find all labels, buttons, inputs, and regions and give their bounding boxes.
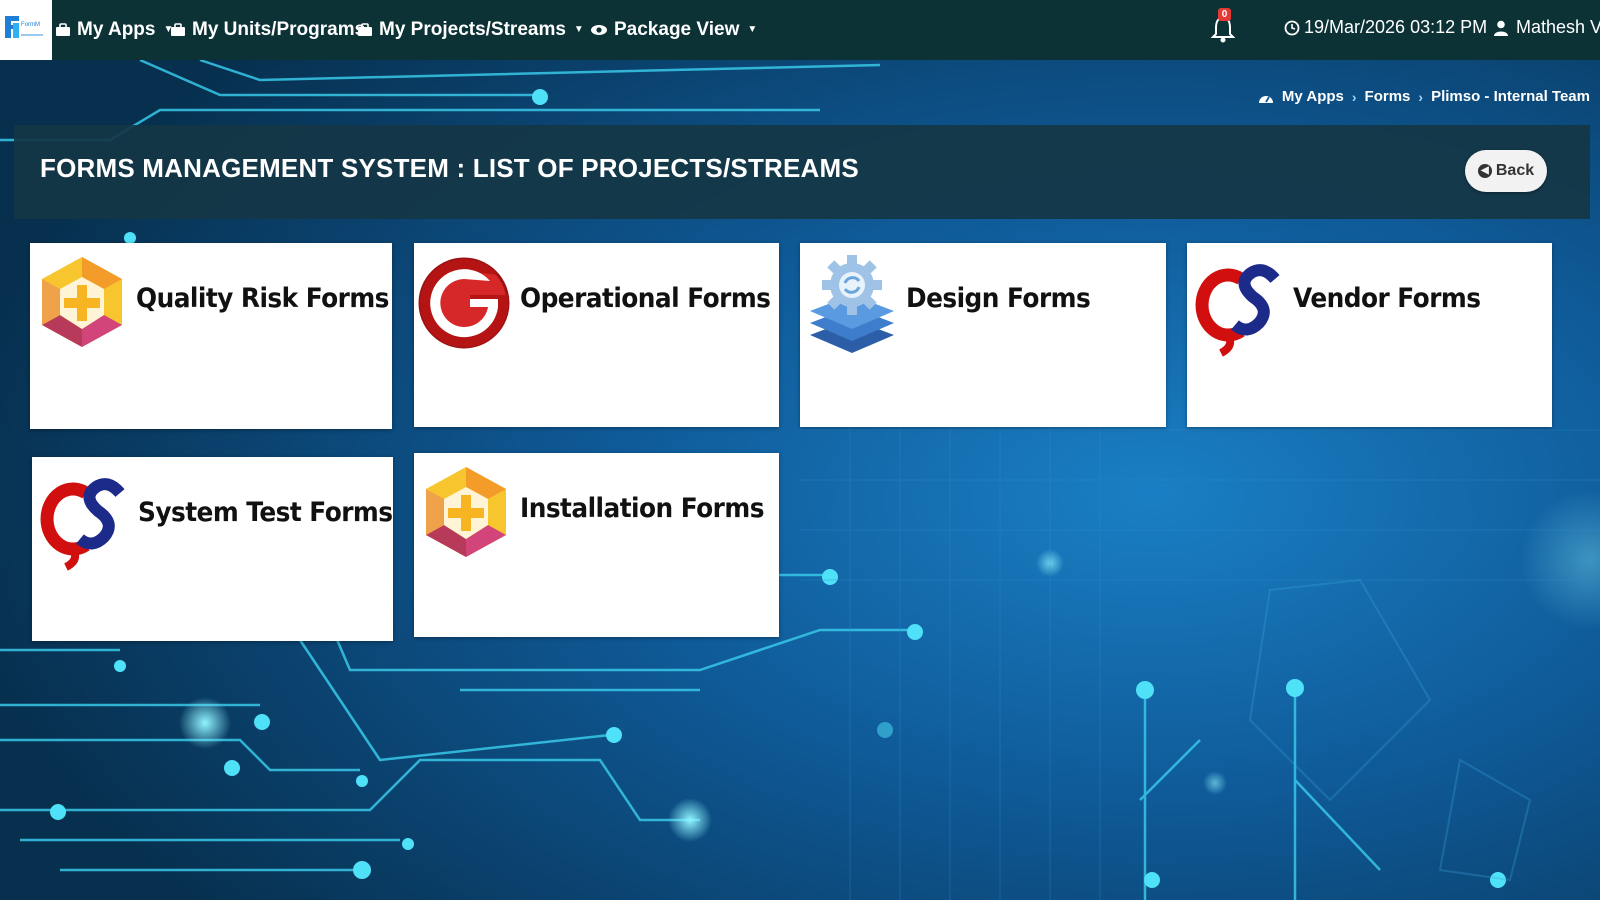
nav-my-units-programs-label: My Units/Programs <box>192 19 366 40</box>
chevron-right-icon: › <box>1418 88 1424 105</box>
cs-logo-icon <box>40 478 125 571</box>
formm-logo-icon: FormM <box>5 16 43 38</box>
red-g-logo-icon <box>418 257 510 349</box>
breadcrumb-forms[interactable]: Forms <box>1365 88 1411 105</box>
briefcase-icon <box>171 23 185 36</box>
dashboard-icon <box>1258 95 1273 103</box>
user-name: Mathesh V <box>1516 17 1600 37</box>
card-label: System Test Forms <box>138 497 393 528</box>
briefcase-icon <box>56 23 70 36</box>
user-menu[interactable]: Mathesh V <box>1494 17 1600 38</box>
card-label: Vendor Forms <box>1293 283 1481 314</box>
back-button-label: Back <box>1495 162 1535 179</box>
card-vendor-forms[interactable]: Vendor Forms <box>1187 243 1552 427</box>
card-label: Design Forms <box>906 283 1091 314</box>
breadcrumb-my-apps[interactable]: My Apps <box>1282 88 1344 105</box>
cs-logo-icon <box>1195 264 1280 357</box>
chevron-right-icon: › <box>1351 88 1357 105</box>
app-logo[interactable]: FormM <box>0 0 52 60</box>
notification-count-badge: 0 <box>1218 8 1231 21</box>
briefcase-icon <box>358 23 372 36</box>
gear-layers-icon <box>810 255 894 353</box>
breadcrumb-current: Plimso - Internal Team <box>1431 88 1590 105</box>
card-installation-forms[interactable]: Installation Forms <box>414 453 779 637</box>
user-icon <box>1494 20 1508 36</box>
back-button[interactable]: ◀ Back <box>1465 150 1547 192</box>
clock-icon <box>1284 20 1300 35</box>
hexagon-plus-icon <box>42 257 122 347</box>
page-header-panel: FORMS MANAGEMENT SYSTEM : LIST OF PROJEC… <box>14 125 1590 219</box>
nav-package-view-label: Package View <box>614 19 740 40</box>
datetime-display: 19/Mar/2026 03:12 PM <box>1284 17 1487 38</box>
card-design-forms[interactable]: Design Forms <box>800 243 1166 427</box>
hexagon-plus-icon <box>426 467 506 557</box>
arrow-left-circle-icon: ◀ <box>1477 164 1492 178</box>
card-operational-forms[interactable]: Operational Forms <box>414 243 779 427</box>
svg-text:FormM: FormM <box>21 22 40 28</box>
chevron-down-icon: ▼ <box>573 24 584 35</box>
breadcrumb: My Apps › Forms › Plimso - Internal Team <box>1258 88 1590 105</box>
nav-my-apps[interactable]: My Apps ▼ <box>55 17 173 43</box>
nav-my-units-programs[interactable]: My Units/Programs <box>170 17 365 43</box>
page-title: FORMS MANAGEMENT SYSTEM : LIST OF PROJEC… <box>40 153 859 183</box>
card-label: Operational Forms <box>520 283 771 314</box>
nav-my-projects-streams[interactable]: My Projects/Streams ▼ <box>357 17 584 43</box>
nav-my-projects-streams-label: My Projects/Streams <box>379 19 566 40</box>
card-label: Installation Forms <box>520 493 764 524</box>
nav-package-view[interactable]: Package View ▼ <box>590 17 757 43</box>
card-label: Quality Risk Forms <box>136 283 389 314</box>
card-quality-risk-forms[interactable]: Quality Risk Forms <box>30 243 392 429</box>
top-navbar: FormM My Apps ▼ My Units/Programs My Pro… <box>0 0 1600 60</box>
nav-my-apps-label: My Apps <box>77 19 156 40</box>
chevron-down-icon: ▼ <box>747 24 758 35</box>
datetime-text: 19/Mar/2026 03:12 PM <box>1304 17 1488 37</box>
eye-icon <box>591 25 607 35</box>
card-system-test-forms[interactable]: System Test Forms <box>32 457 393 641</box>
